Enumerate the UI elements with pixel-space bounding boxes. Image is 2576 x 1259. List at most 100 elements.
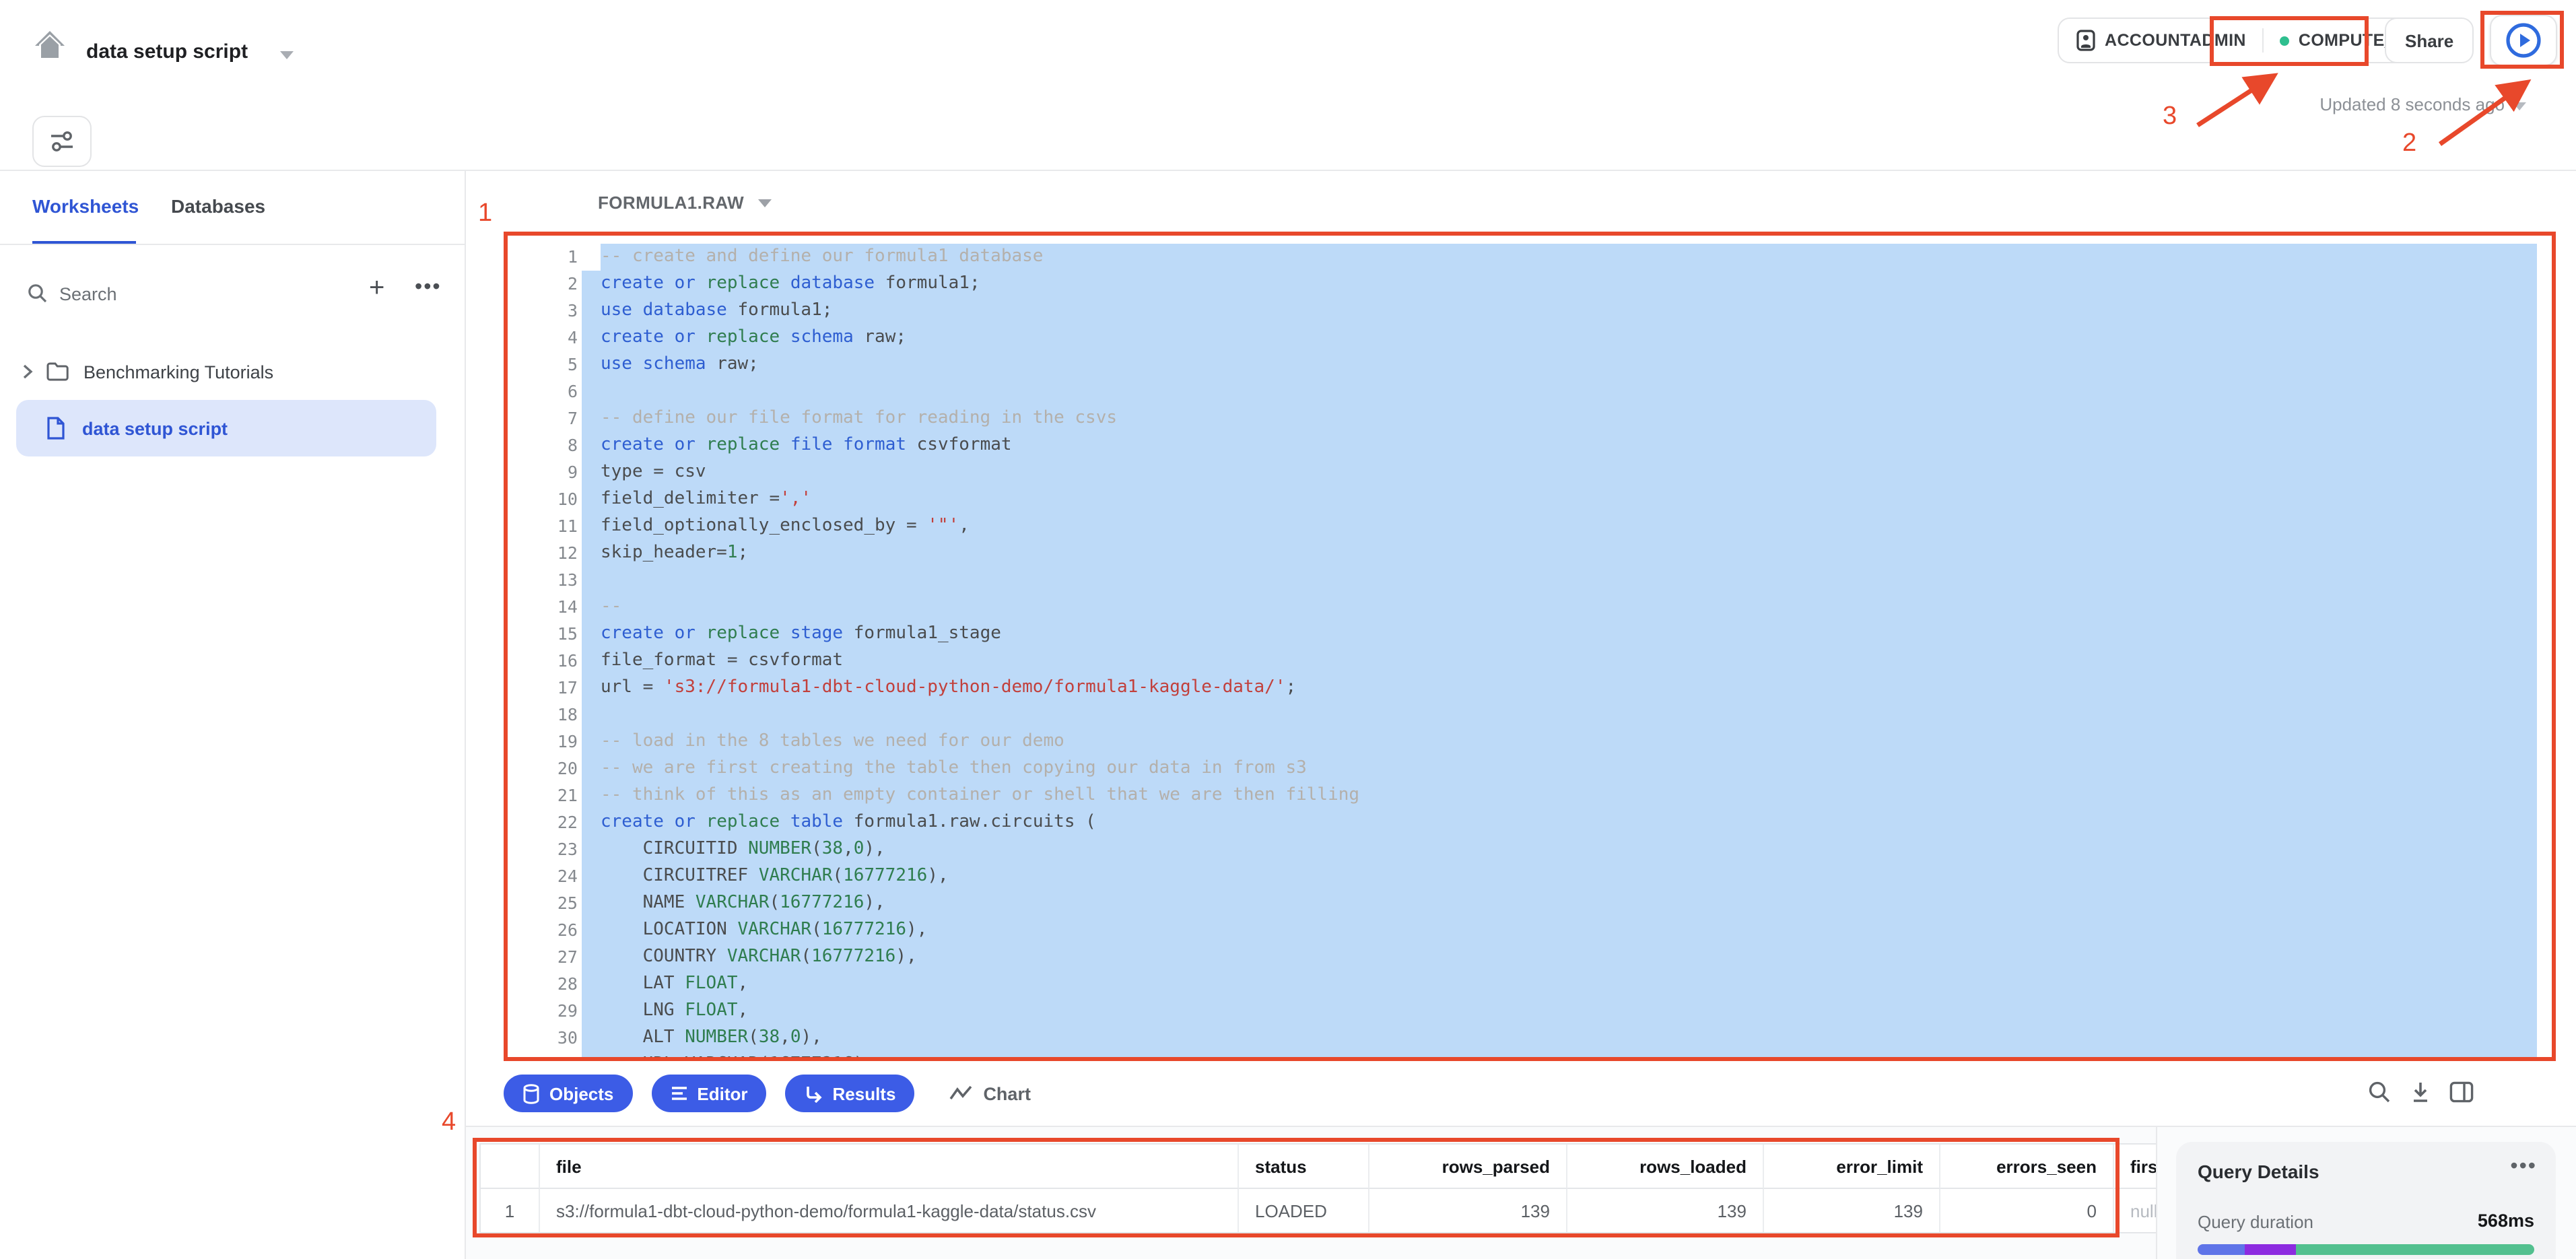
sql-code-editor[interactable]: -- create and define our formula1 databa…: [582, 244, 2552, 1057]
table-cell: 139: [1567, 1189, 1764, 1232]
code-line[interactable]: [582, 378, 2537, 405]
code-line[interactable]: -- we are first creating the table then …: [582, 755, 2537, 782]
filters-button[interactable]: [32, 116, 92, 167]
column-header[interactable]: file: [540, 1145, 1239, 1189]
query-duration-bar: [2198, 1244, 2534, 1255]
code-line[interactable]: create or replace database formula1;: [582, 271, 2537, 298]
code-line[interactable]: field_delimiter =',': [582, 486, 2537, 513]
role-label: ACCOUNTADMIN: [2105, 31, 2246, 50]
home-icon[interactable]: [32, 27, 67, 69]
header-divider: [0, 170, 2576, 171]
annotation-label-4: 4: [442, 1108, 456, 1138]
context-label: FORMULA1.RAW: [598, 193, 744, 213]
sidebar-more-button[interactable]: •••: [415, 276, 442, 300]
code-line[interactable]: ALT NUMBER(38,0),: [582, 1025, 2537, 1052]
results-panel-divider: [2156, 1127, 2157, 1259]
code-line[interactable]: type = csv: [582, 459, 2537, 486]
code-line[interactable]: [582, 702, 2537, 728]
table-cell: 139: [1369, 1189, 1567, 1232]
code-line[interactable]: CIRCUITID NUMBER(38,0),: [582, 836, 2537, 863]
sliders-icon: [48, 129, 75, 154]
code-line[interactable]: LOCATION VARCHAR(16777216),: [582, 917, 2537, 944]
tab-worksheets[interactable]: Worksheets: [32, 195, 139, 217]
code-line[interactable]: skip_header=1;: [582, 540, 2537, 567]
play-icon: [2505, 22, 2542, 59]
code-line[interactable]: CIRCUITREF VARCHAR(16777216),: [582, 863, 2537, 890]
chart-button[interactable]: Chart: [949, 1075, 1031, 1112]
code-line[interactable]: [582, 567, 2537, 594]
code-line[interactable]: NAME VARCHAR(16777216),: [582, 890, 2537, 917]
page-title: data setup script: [86, 40, 248, 63]
worksheet-label: data setup script: [82, 418, 228, 438]
code-line[interactable]: create or replace file format csvformat: [582, 432, 2537, 459]
annotation-label-2: 2: [2402, 129, 2416, 159]
query-duration-label: Query duration: [2198, 1212, 2313, 1232]
tab-databases[interactable]: Databases: [171, 195, 265, 217]
search-input[interactable]: Search: [59, 284, 117, 304]
code-line[interactable]: file_format = csvformat: [582, 648, 2537, 675]
share-button[interactable]: Share: [2385, 18, 2474, 63]
results-search-icon[interactable]: [2367, 1080, 2392, 1104]
chevron-right-icon[interactable]: [22, 364, 34, 380]
query-details-card: Query Details ••• Query duration 568ms: [2176, 1142, 2556, 1259]
code-line[interactable]: create or replace stage formula1_stage: [582, 621, 2537, 648]
sidebar-item-folder[interactable]: Benchmarking Tutorials: [22, 353, 452, 390]
new-worksheet-button[interactable]: +: [369, 273, 384, 304]
column-header[interactable]: status: [1239, 1145, 1369, 1189]
column-header[interactable]: error_limit: [1764, 1145, 1940, 1189]
code-line[interactable]: --: [582, 594, 2537, 621]
split-view-icon[interactable]: [2449, 1081, 2474, 1103]
folder-label: Benchmarking Tutorials: [83, 362, 273, 382]
code-line[interactable]: -- create and define our formula1 databa…: [582, 244, 2537, 271]
table-cell: 139: [1764, 1189, 1940, 1232]
sidebar-tabs-divider: [0, 244, 465, 245]
title-dropdown-caret[interactable]: [280, 51, 294, 59]
code-line[interactable]: use schema raw;: [582, 351, 2537, 378]
folder-icon: [46, 362, 69, 381]
context-dropdown-caret: [757, 199, 771, 207]
code-line[interactable]: use database formula1;: [582, 298, 2537, 325]
objects-button[interactable]: Objects: [504, 1075, 632, 1112]
warehouse-status-dot: [2280, 36, 2289, 45]
results-button[interactable]: Results: [786, 1075, 915, 1112]
query-duration-value: 568ms: [2478, 1211, 2534, 1231]
code-line[interactable]: -- think of this as an empty container o…: [582, 782, 2537, 809]
updated-dropdown-caret[interactable]: [2513, 102, 2526, 110]
results-table: filestatusrows_parsedrows_loadederror_li…: [479, 1143, 2156, 1233]
query-details-title: Query Details: [2198, 1161, 2319, 1182]
table-cell: 1: [481, 1189, 540, 1232]
code-line-clipped: URL VARCHAR(16777216),: [582, 1052, 2537, 1057]
line-number-gutter: 1234567891011121314151617181920212223242…: [508, 244, 578, 1052]
code-line[interactable]: create or replace schema raw;: [582, 325, 2537, 351]
download-results-icon[interactable]: [2409, 1080, 2432, 1104]
results-arrow-icon: [805, 1085, 823, 1102]
updated-timestamp: Updated 8 seconds ago: [2289, 94, 2505, 114]
column-header[interactable]: errors_seen: [1940, 1145, 2114, 1189]
sidebar-divider: [465, 171, 466, 1259]
query-details-more-button[interactable]: •••: [2510, 1155, 2537, 1180]
code-line[interactable]: COUNTRY VARCHAR(16777216),: [582, 944, 2537, 971]
code-line[interactable]: field_optionally_enclosed_by = '"',: [582, 513, 2537, 540]
user-icon: [2076, 30, 2095, 51]
sidebar-item-worksheet-selected[interactable]: data setup script: [16, 400, 436, 456]
code-line[interactable]: LNG FLOAT,: [582, 998, 2537, 1025]
table-cell: 0: [1940, 1189, 2114, 1232]
context-role-warehouse-pill[interactable]: ACCOUNTADMIN COMPUTE_WH: [2058, 18, 2441, 63]
duration-bar-segment: [2245, 1244, 2295, 1255]
column-header[interactable]: rows_parsed: [1369, 1145, 1567, 1189]
annotation-label-1: 1: [478, 199, 492, 229]
code-line[interactable]: -- load in the 8 tables we need for our …: [582, 728, 2537, 755]
code-line[interactable]: url = 's3://formula1-dbt-cloud-python-de…: [582, 675, 2537, 702]
code-line[interactable]: create or replace table formula1.raw.cir…: [582, 809, 2537, 836]
column-header[interactable]: first_error: [2114, 1145, 2156, 1189]
editor-lines-icon: [670, 1085, 687, 1101]
run-button[interactable]: [2490, 15, 2557, 66]
database-icon: [522, 1083, 540, 1103]
column-header[interactable]: rows_loaded: [1567, 1145, 1764, 1189]
context-selector[interactable]: FORMULA1.RAW: [598, 193, 771, 213]
code-line[interactable]: LAT FLOAT,: [582, 971, 2537, 998]
column-header[interactable]: [481, 1145, 540, 1189]
results-table-container[interactable]: filestatusrows_parsedrows_loadederror_li…: [479, 1143, 2156, 1233]
editor-button[interactable]: Editor: [651, 1075, 766, 1112]
code-line[interactable]: -- define our file format for reading in…: [582, 405, 2537, 432]
